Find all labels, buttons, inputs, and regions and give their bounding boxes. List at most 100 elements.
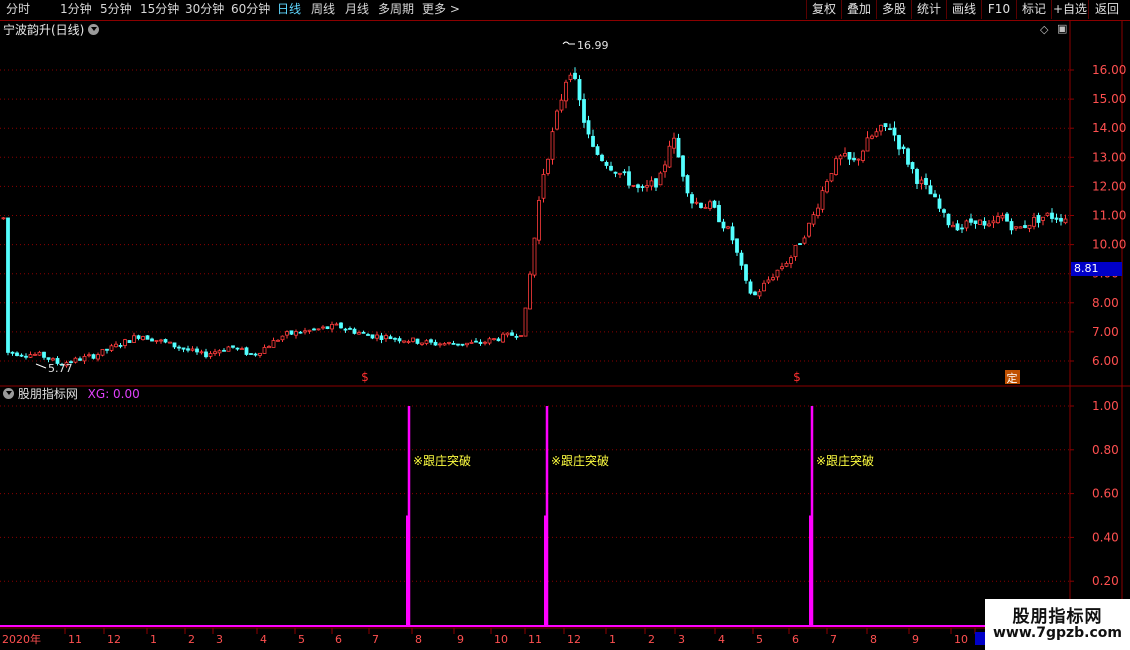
tab-15min[interactable]: 15分钟 xyxy=(140,2,179,17)
candle-body xyxy=(474,340,478,343)
candle-body xyxy=(685,175,690,194)
signal-annotation: ※跟庄突破 xyxy=(551,454,610,468)
candle-body xyxy=(730,226,735,241)
candle-body xyxy=(883,123,888,128)
date-label: 1 xyxy=(609,633,616,646)
candle-body xyxy=(28,354,33,358)
candle-body xyxy=(123,339,127,346)
candle-body xyxy=(951,224,955,228)
candle-body xyxy=(330,324,334,330)
candle-body xyxy=(60,363,64,366)
candle-body xyxy=(69,361,73,364)
date-label: 5 xyxy=(756,633,763,646)
candle-body xyxy=(861,150,865,161)
candle-body xyxy=(550,131,555,160)
candle-body xyxy=(303,330,307,333)
low-label: 5.77 xyxy=(48,362,73,375)
back-button[interactable]: 返回 xyxy=(1088,0,1125,19)
signal-annotation: ※跟庄突破 xyxy=(413,454,472,468)
tab-daily[interactable]: 日线 xyxy=(277,2,301,17)
panel-toggle-icon[interactable]: ▣ xyxy=(1057,22,1067,35)
candle-body xyxy=(510,332,514,336)
f10-button[interactable]: F10 xyxy=(981,0,1016,19)
period-toolbar: 分时 1分钟 5分钟 15分钟 30分钟 60分钟 日线 周线 月线 多周期 更… xyxy=(0,0,1130,21)
candle-body xyxy=(816,207,820,217)
low-marker-line xyxy=(35,363,47,369)
overlay-button[interactable]: 叠加 xyxy=(841,0,876,19)
draw-line-button[interactable]: 画线 xyxy=(946,0,981,19)
indicator-tick-label: 0.60 xyxy=(1092,487,1119,501)
candle-body xyxy=(109,345,114,351)
price-tick-label: 12.00 xyxy=(1092,179,1126,193)
candle-body xyxy=(163,339,168,343)
date-label: 9 xyxy=(912,633,919,646)
dropdown-icon[interactable] xyxy=(88,24,100,35)
candle-body xyxy=(982,220,987,226)
candle-body xyxy=(213,351,217,354)
candle-body xyxy=(1059,217,1063,222)
candle-body xyxy=(649,180,654,187)
add-favorite-button[interactable]: +自选 xyxy=(1051,0,1088,19)
candle-body xyxy=(766,279,771,283)
tab-60min[interactable]: 60分钟 xyxy=(231,2,270,17)
candle-body xyxy=(253,353,258,356)
diamond-icon[interactable]: ◇ xyxy=(1040,23,1048,36)
tab-monthly[interactable]: 月线 xyxy=(345,2,369,17)
candle-body xyxy=(199,351,204,354)
candle-body xyxy=(51,358,55,361)
date-label: 12 xyxy=(567,633,581,646)
tab-1min[interactable]: 1分钟 xyxy=(60,2,92,17)
tab-30min[interactable]: 30分钟 xyxy=(185,2,224,17)
candle-body xyxy=(784,263,789,267)
stats-button[interactable]: 统计 xyxy=(911,0,946,19)
candle-body xyxy=(973,220,978,224)
candle-body xyxy=(960,227,964,230)
candle-body xyxy=(6,217,10,353)
candle-body xyxy=(127,340,132,343)
candle-body xyxy=(37,351,42,356)
date-label: 9 xyxy=(457,633,464,646)
candle-body xyxy=(870,135,874,139)
stock-name: 宁波韵升(日线) xyxy=(3,23,85,37)
candle-body xyxy=(942,209,946,213)
candle-body xyxy=(654,178,658,188)
candle-body xyxy=(433,341,438,346)
tab-5min[interactable]: 5分钟 xyxy=(100,2,132,17)
tab-more[interactable]: 更多 > xyxy=(422,2,460,17)
candle-body xyxy=(928,185,933,195)
indicator-tick-label: 0.80 xyxy=(1092,443,1119,457)
candle-body xyxy=(852,157,856,161)
mark-button[interactable]: 标记 xyxy=(1016,0,1051,19)
candle-body xyxy=(1036,215,1041,223)
price-tick-label: 15.00 xyxy=(1092,92,1126,106)
date-label: 12 xyxy=(107,633,121,646)
candle-body xyxy=(222,349,226,352)
candle-body xyxy=(1000,215,1005,219)
candle-body xyxy=(469,341,474,344)
candle-body xyxy=(42,351,46,358)
candle-body xyxy=(15,352,19,356)
indicator-dropdown-icon[interactable] xyxy=(3,388,14,399)
ding-marker-box xyxy=(1005,370,1020,384)
candle-body xyxy=(694,201,699,204)
candle-body xyxy=(523,307,528,337)
event-marker-s: $ xyxy=(793,370,801,384)
candle-body xyxy=(177,346,181,349)
tab-fenshi[interactable]: 分时 xyxy=(6,2,30,17)
candle-body xyxy=(663,164,667,173)
tab-multi-period[interactable]: 多周期 xyxy=(378,2,414,17)
candle-body xyxy=(915,169,919,184)
candle-body xyxy=(289,330,294,335)
candle-body xyxy=(820,190,825,210)
candle-body xyxy=(276,339,280,342)
fuquan-button[interactable]: 复权 xyxy=(806,0,841,19)
candle-body xyxy=(91,354,96,359)
candle-body xyxy=(978,219,982,226)
candle-body xyxy=(298,331,303,334)
candle-body xyxy=(802,237,807,244)
tab-weekly[interactable]: 周线 xyxy=(311,2,335,17)
multi-stock-button[interactable]: 多股 xyxy=(876,0,911,19)
price-tick-label: 10.00 xyxy=(1092,238,1126,252)
candle-body xyxy=(856,158,861,161)
candle-body xyxy=(591,135,595,147)
